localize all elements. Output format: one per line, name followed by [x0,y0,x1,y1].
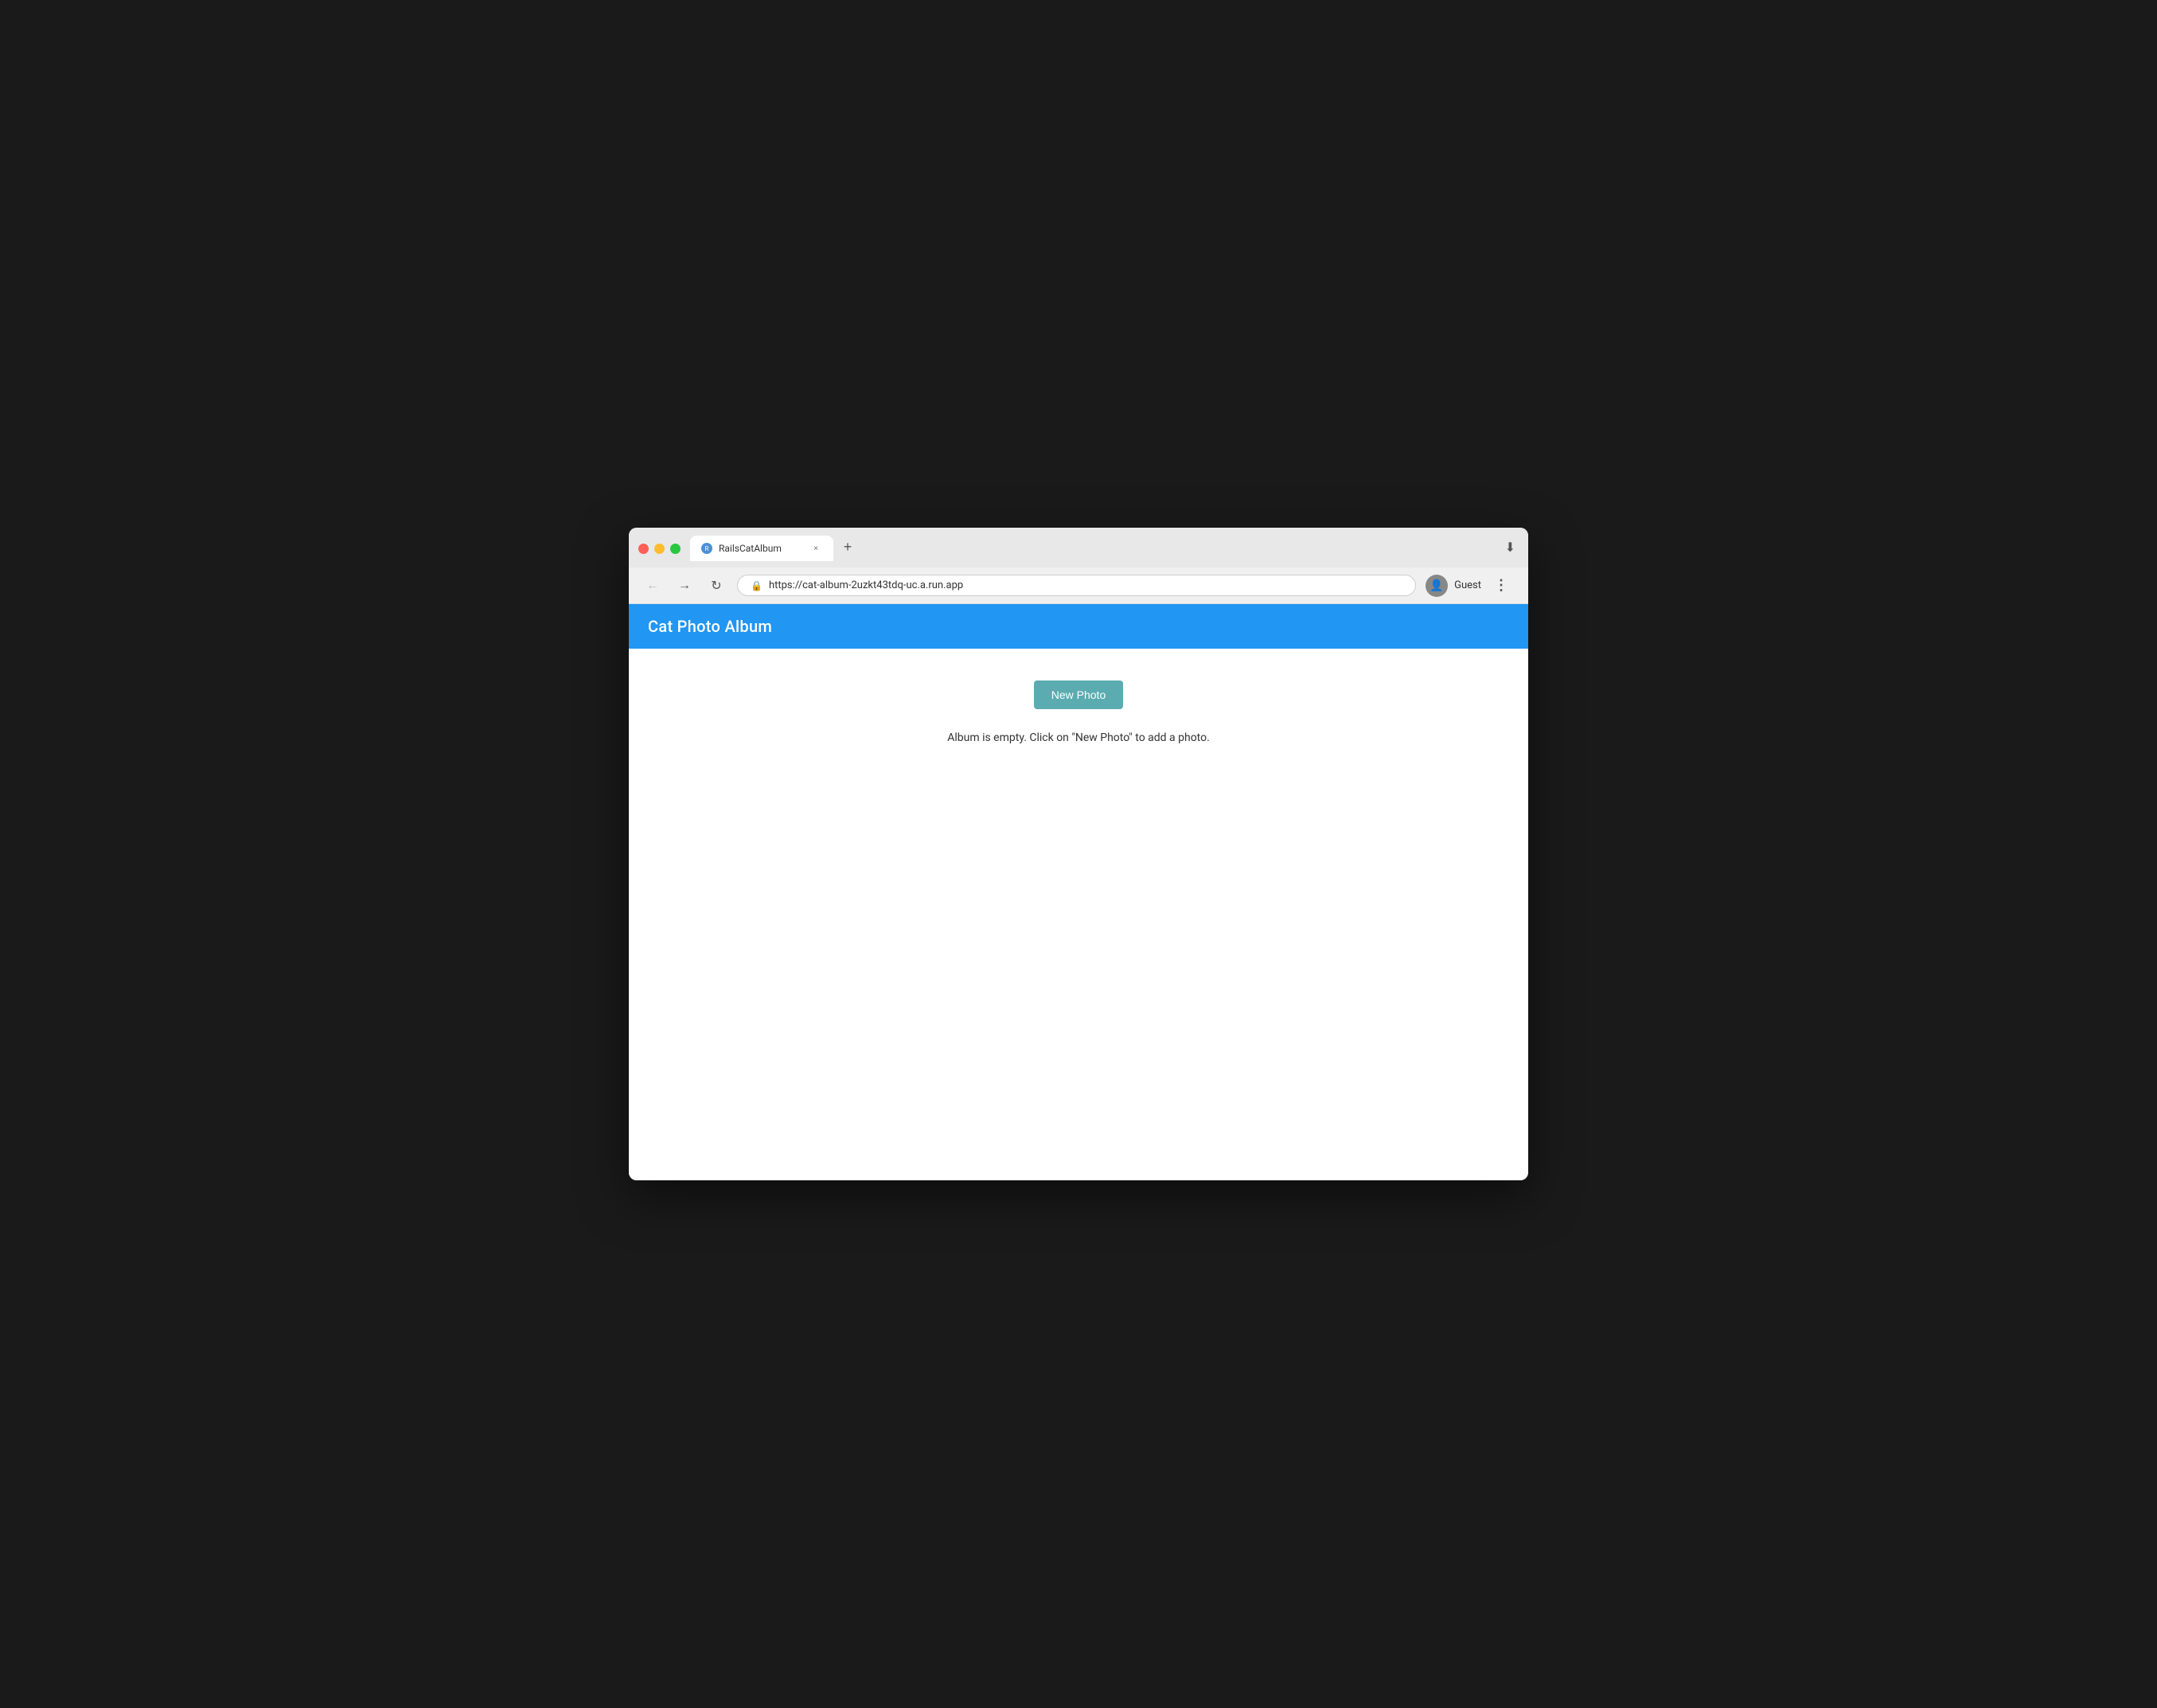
forward-icon: → [678,579,691,593]
reload-button[interactable]: ↻ [705,575,727,597]
app-header: Cat Photo Album [629,604,1528,649]
address-bar-input[interactable]: 🔒 https://cat-album-2uzkt43tdq-uc.a.run.… [737,575,1416,596]
tab-favicon: R [701,543,712,554]
download-icon: ⬇ [1505,540,1515,555]
app-title: Cat Photo Album [648,617,772,636]
app-main: New Photo Album is empty. Click on "New … [629,649,1528,1180]
empty-album-message: Album is empty. Click on "New Photo" to … [947,731,1210,744]
tab-close-button[interactable]: × [809,542,822,555]
app-content: Cat Photo Album New Photo Album is empty… [629,604,1528,1180]
tab-favicon-letter: R [705,545,709,552]
tab-title: RailsCatAlbum [719,543,803,554]
tab-bar: R RailsCatAlbum × + [690,536,859,561]
browser-window: R RailsCatAlbum × + ⬇ ← → ↻ 🔒 htt [629,528,1528,1180]
back-button[interactable]: ← [642,575,664,597]
reload-icon: ↻ [711,578,721,594]
close-window-button[interactable] [638,544,649,554]
user-icon-symbol: 👤 [1430,579,1443,592]
window-controls [638,544,681,554]
new-tab-button[interactable]: + [837,536,859,558]
forward-button[interactable]: → [673,575,696,597]
title-bar: R RailsCatAlbum × + ⬇ [629,528,1528,567]
minimize-window-button[interactable] [654,544,665,554]
back-icon: ← [646,579,659,593]
title-bar-top: R RailsCatAlbum × + ⬇ [638,536,1519,561]
guest-label: Guest [1454,579,1481,591]
browser-controls: 👤 Guest ⋮ [1426,574,1515,597]
address-bar: ← → ↻ 🔒 https://cat-album-2uzkt43tdq-uc.… [629,567,1528,604]
maximize-window-button[interactable] [670,544,681,554]
active-tab[interactable]: R RailsCatAlbum × [690,536,833,561]
url-text: https://cat-album-2uzkt43tdq-uc.a.run.ap… [769,579,963,591]
new-photo-button[interactable]: New Photo [1034,680,1123,709]
lock-icon: 🔒 [751,580,763,591]
more-options-button[interactable]: ⋮ [1488,574,1515,597]
user-account-icon[interactable]: 👤 [1426,575,1448,597]
